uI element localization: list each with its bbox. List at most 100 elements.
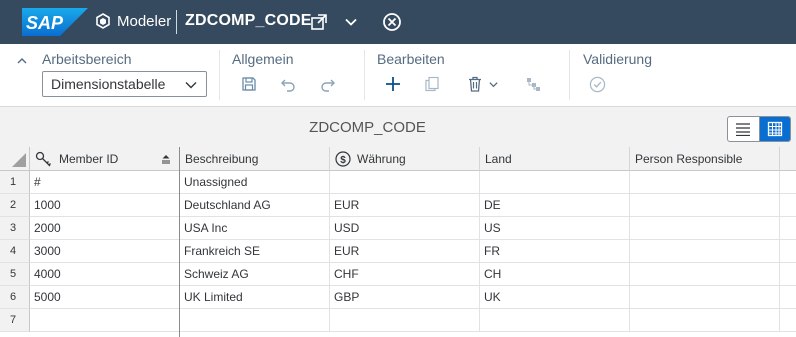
table-cell[interactable] xyxy=(630,217,780,240)
table-cell[interactable] xyxy=(480,171,630,194)
column-header-land[interactable]: Land xyxy=(480,147,630,171)
column-header-beschreibung[interactable]: Beschreibung xyxy=(180,147,330,171)
shell-bar: SAP Modeler ZDCOMP_CODE xyxy=(0,0,796,44)
table-cell-filler xyxy=(780,171,796,194)
column-header-person-responsible[interactable]: Person Responsible xyxy=(630,147,780,171)
delete-options-button[interactable] xyxy=(486,73,500,95)
table-cell[interactable]: GBP xyxy=(330,286,480,309)
app-name[interactable]: Modeler xyxy=(117,13,171,30)
row-number[interactable]: 2 xyxy=(0,194,30,217)
row-number[interactable]: 7 xyxy=(0,309,30,332)
table-cell[interactable] xyxy=(30,309,180,332)
table-cell[interactable]: USA Inc xyxy=(180,217,330,240)
table-cell-filler xyxy=(780,286,796,309)
collapse-toolbar-button[interactable] xyxy=(14,53,30,69)
table-cell[interactable] xyxy=(480,309,630,332)
delete-button[interactable] xyxy=(464,73,486,95)
column-header-filler xyxy=(780,147,796,171)
save-button[interactable] xyxy=(238,73,260,95)
column-header-label: Member ID xyxy=(59,151,119,166)
undo-button[interactable] xyxy=(277,73,299,95)
toolbar: Arbeitsbereich Dimensionstabelle Allgeme… xyxy=(0,44,796,107)
table-cell[interactable]: 3000 xyxy=(30,240,180,263)
table-title-bar: ZDCOMP_CODE xyxy=(0,107,796,147)
row-number[interactable]: 3 xyxy=(0,217,30,240)
table-cell[interactable]: Frankreich SE xyxy=(180,240,330,263)
table-cell[interactable]: FR xyxy=(480,240,630,263)
hierarchy-button[interactable] xyxy=(522,73,544,95)
chevron-down-icon xyxy=(488,81,498,87)
table-cell[interactable]: # xyxy=(30,171,180,194)
table-cell[interactable] xyxy=(330,309,480,332)
column-header-label: Beschreibung xyxy=(185,151,259,166)
table-cell-filler xyxy=(780,217,796,240)
redo-icon xyxy=(321,79,335,92)
sort-icon[interactable] xyxy=(161,154,171,164)
sap-logo-text: SAP xyxy=(26,13,64,33)
table-cell[interactable]: CHF xyxy=(330,263,480,286)
popout-button[interactable] xyxy=(308,11,330,33)
table-cell[interactable]: EUR xyxy=(330,194,480,217)
corner-triangle-icon xyxy=(12,153,26,167)
cube-icon xyxy=(96,13,110,29)
row-number[interactable]: 1 xyxy=(0,171,30,194)
table-cell[interactable]: 2000 xyxy=(30,217,180,240)
grid-view-button[interactable] xyxy=(759,117,790,141)
table-cell[interactable] xyxy=(630,240,780,263)
table-cell[interactable]: Deutschland AG xyxy=(180,194,330,217)
close-button[interactable] xyxy=(381,11,403,33)
table-cell[interactable]: Unassigned xyxy=(180,171,330,194)
table-cell[interactable]: US xyxy=(480,217,630,240)
table-cell[interactable]: EUR xyxy=(330,240,480,263)
table-cell[interactable]: 5000 xyxy=(30,286,180,309)
table-cell[interactable] xyxy=(630,194,780,217)
table-cell-filler xyxy=(780,309,796,332)
toolbar-separator xyxy=(219,50,220,100)
copy-button[interactable] xyxy=(421,73,443,95)
currency-icon: $ xyxy=(335,150,351,167)
chevron-down-icon xyxy=(345,18,357,26)
frozen-column-divider xyxy=(179,147,180,337)
table-cell[interactable] xyxy=(630,171,780,194)
table-cell-filler xyxy=(780,194,796,217)
table-cell[interactable] xyxy=(330,171,480,194)
list-view-button[interactable] xyxy=(728,117,760,141)
validate-button[interactable] xyxy=(586,73,608,95)
sap-logo[interactable]: SAP xyxy=(22,8,88,36)
key-icon xyxy=(35,151,51,166)
table-cell[interactable]: UK Limited xyxy=(180,286,330,309)
table-cell[interactable] xyxy=(180,309,330,332)
validation-group-title: Validierung xyxy=(583,51,653,67)
row-number[interactable]: 5 xyxy=(0,263,30,286)
column-header-label: Währung xyxy=(357,151,406,166)
toolbar-separator xyxy=(364,50,365,100)
menu-dropdown-button[interactable] xyxy=(340,11,362,33)
column-header-waehrung[interactable]: $ Währung xyxy=(330,147,480,171)
row-number[interactable]: 6 xyxy=(0,286,30,309)
hierarchy-icon xyxy=(527,78,540,91)
column-header-label: Person Responsible xyxy=(635,151,743,166)
view-mode-toggle[interactable] xyxy=(727,116,791,142)
shell-divider xyxy=(176,10,177,34)
table-cell[interactable]: USD xyxy=(330,217,480,240)
add-button[interactable] xyxy=(382,73,404,95)
table-cell[interactable]: Schweiz AG xyxy=(180,263,330,286)
table-cell-filler xyxy=(780,263,796,286)
table-cell[interactable]: DE xyxy=(480,194,630,217)
edit-group-title: Bearbeiten xyxy=(377,51,445,67)
table-cell[interactable]: UK xyxy=(480,286,630,309)
table-cell[interactable] xyxy=(630,309,780,332)
select-all-corner[interactable] xyxy=(0,147,30,171)
table-cell[interactable]: 1000 xyxy=(30,194,180,217)
row-number[interactable]: 4 xyxy=(0,240,30,263)
table-cell[interactable] xyxy=(630,263,780,286)
table-cell-filler xyxy=(780,240,796,263)
popout-icon xyxy=(311,14,327,30)
table-cell[interactable]: 4000 xyxy=(30,263,180,286)
table-cell[interactable]: CH xyxy=(480,263,630,286)
chevron-down-icon xyxy=(185,82,197,89)
redo-button[interactable] xyxy=(317,73,339,95)
table-cell[interactable] xyxy=(630,286,780,309)
workspace-select[interactable]: Dimensionstabelle xyxy=(42,71,207,97)
column-header-member-id[interactable]: Member ID xyxy=(30,147,180,171)
